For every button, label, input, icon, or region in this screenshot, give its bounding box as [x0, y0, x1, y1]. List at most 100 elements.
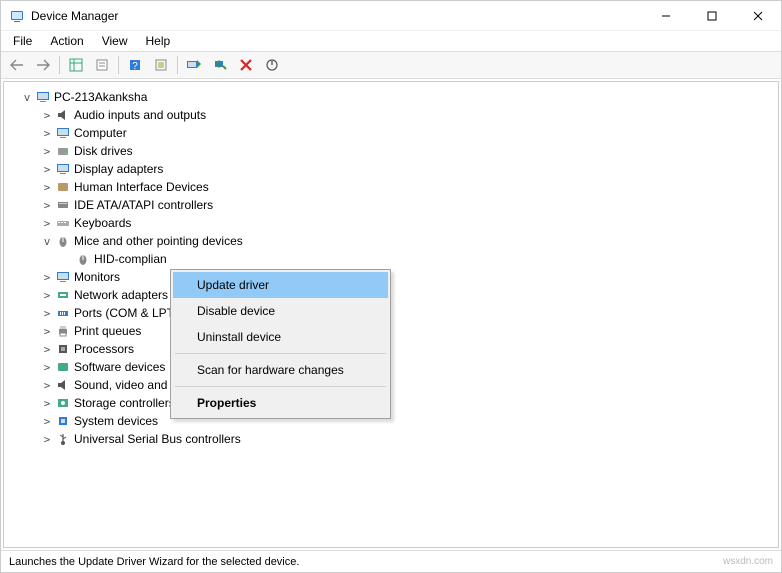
help-button[interactable]: ?: [123, 54, 147, 76]
tree-item-label: Human Interface Devices: [74, 180, 209, 194]
collapse-icon[interactable]: v: [20, 91, 34, 104]
menu-help[interactable]: Help: [138, 32, 179, 50]
sep: [59, 56, 60, 74]
mouse-icon: [74, 251, 92, 267]
expand-icon[interactable]: >: [40, 433, 54, 446]
tree-item-label: Print queues: [74, 324, 141, 338]
tree-item-label: Display adapters: [74, 162, 163, 176]
tree-item[interactable]: > Network adapters: [8, 286, 774, 304]
tree-item-label: Processors: [74, 342, 134, 356]
tree-item-label: Audio inputs and outputs: [74, 108, 206, 122]
minimize-button[interactable]: [643, 1, 689, 30]
expand-icon[interactable]: >: [40, 343, 54, 356]
watermark: wsxdn.com: [723, 556, 773, 567]
window-controls: [643, 1, 781, 30]
tree-item[interactable]: >Monitors: [8, 268, 774, 286]
expand-icon[interactable]: >: [40, 145, 54, 158]
keyboard-icon: [54, 215, 72, 231]
tree-item-label: System devices: [74, 414, 158, 428]
device-tree[interactable]: v PC-213Akanksha > Audio inputs and outpu…: [3, 81, 779, 548]
expand-icon[interactable]: >: [40, 109, 54, 122]
ctx-sep: [175, 353, 386, 354]
expand-icon[interactable]: >: [40, 127, 54, 140]
tree-item[interactable]: HID-complian: [8, 250, 774, 268]
show-hide-tree-button[interactable]: [64, 54, 88, 76]
menu-action[interactable]: Action: [42, 32, 91, 50]
tree-item[interactable]: > IDE ATA/ATAPI controllers: [8, 196, 774, 214]
expand-icon[interactable]: >: [40, 379, 54, 392]
tree-item[interactable]: > Storage controllers: [8, 394, 774, 412]
tree-item-label: IDE ATA/ATAPI controllers: [74, 198, 213, 212]
close-button[interactable]: [735, 1, 781, 30]
ctx-disable-device[interactable]: Disable device: [173, 298, 388, 324]
speaker-icon: [54, 107, 72, 123]
monitor-icon: [54, 125, 72, 141]
action-button[interactable]: [149, 54, 173, 76]
ctx-properties[interactable]: Properties: [173, 390, 388, 416]
update-driver-button[interactable]: [182, 54, 206, 76]
ctx-update-driver[interactable]: Update driver: [173, 272, 388, 298]
tree-item[interactable]: >Ports (COM & LPT: [8, 304, 774, 322]
tree-item[interactable]: >Sound, video and g: [8, 376, 774, 394]
expand-icon[interactable]: >: [40, 199, 54, 212]
ata-icon: [54, 197, 72, 213]
speaker-icon: [54, 377, 72, 393]
computer-icon: [34, 89, 52, 105]
app-icon: [9, 8, 25, 24]
tree-item[interactable]: > Human Interface Devices: [8, 178, 774, 196]
ctx-sep: [175, 386, 386, 387]
tree-item[interactable]: >Computer: [8, 124, 774, 142]
network-icon: [54, 287, 72, 303]
expand-icon[interactable]: >: [40, 271, 54, 284]
back-button[interactable]: [5, 54, 29, 76]
tree-item[interactable]: > System devices: [8, 412, 774, 430]
mouse-icon: [54, 233, 72, 249]
scan-hardware-button[interactable]: [208, 54, 232, 76]
status-text: Launches the Update Driver Wizard for th…: [9, 556, 299, 568]
titlebar: Device Manager: [1, 1, 781, 31]
tree-item[interactable]: > Audio inputs and outputs: [8, 106, 774, 124]
tree-root[interactable]: v PC-213Akanksha: [8, 88, 774, 106]
sep: [177, 56, 178, 74]
tree-item-label: Storage controllers: [74, 396, 175, 410]
uninstall-button[interactable]: [234, 54, 258, 76]
chip-icon: [54, 413, 72, 429]
cpu-icon: [54, 341, 72, 357]
expand-icon[interactable]: >: [40, 181, 54, 194]
disable-button[interactable]: [260, 54, 284, 76]
expand-icon[interactable]: >: [40, 289, 54, 302]
tree-item[interactable]: > Disk drives: [8, 142, 774, 160]
expand-icon[interactable]: >: [40, 361, 54, 374]
expand-icon[interactable]: >: [40, 217, 54, 230]
expand-icon[interactable]: >: [40, 415, 54, 428]
collapse-icon[interactable]: v: [40, 235, 54, 248]
tree-item[interactable]: >Software devices: [8, 358, 774, 376]
printer-icon: [54, 323, 72, 339]
usb-icon: [54, 431, 72, 447]
monitor-icon: [54, 269, 72, 285]
tree-item-label: Mice and other pointing devices: [74, 234, 243, 248]
tree-item-label: Network adapters: [74, 288, 168, 302]
disk-icon: [54, 143, 72, 159]
tree-item[interactable]: >Universal Serial Bus controllers: [8, 430, 774, 448]
menu-file[interactable]: File: [5, 32, 40, 50]
expand-icon[interactable]: >: [40, 307, 54, 320]
forward-button[interactable]: [31, 54, 55, 76]
tree-item[interactable]: > Processors: [8, 340, 774, 358]
ctx-scan-hardware[interactable]: Scan for hardware changes: [173, 357, 388, 383]
expand-icon[interactable]: >: [40, 163, 54, 176]
ctx-uninstall-device[interactable]: Uninstall device: [173, 324, 388, 350]
maximize-button[interactable]: [689, 1, 735, 30]
expand-icon[interactable]: >: [40, 397, 54, 410]
tree-item[interactable]: >Keyboards: [8, 214, 774, 232]
tree-item-label: HID-complian: [94, 252, 167, 266]
tree-item[interactable]: > Display adapters: [8, 160, 774, 178]
tree-item-label: Disk drives: [74, 144, 133, 158]
sep: [118, 56, 119, 74]
menu-view[interactable]: View: [94, 32, 136, 50]
tree-item[interactable]: > Print queues: [8, 322, 774, 340]
statusbar: Launches the Update Driver Wizard for th…: [1, 550, 781, 572]
tree-item[interactable]: v Mice and other pointing devices: [8, 232, 774, 250]
properties-button[interactable]: [90, 54, 114, 76]
expand-icon[interactable]: >: [40, 325, 54, 338]
